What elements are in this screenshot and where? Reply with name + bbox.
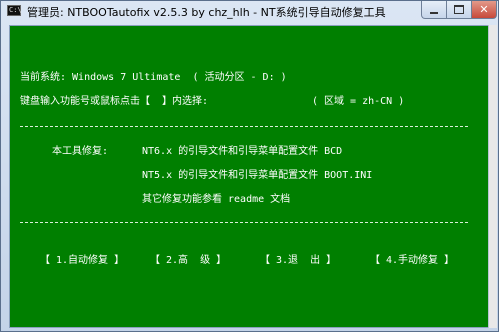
menu-exit[interactable]: 【 3.退 出 】 xyxy=(260,255,336,267)
minimize-button[interactable] xyxy=(421,1,447,19)
menu-advanced[interactable]: 【 2.高 级 】 xyxy=(150,255,226,267)
nt6-fix-line: NT6.x 的引导文件和引导菜单配置文件 BCD xyxy=(142,146,343,157)
vertical-scrollbar[interactable] xyxy=(488,25,497,328)
minimize-icon xyxy=(430,11,438,14)
nt5-fix-line: NT5.x 的引导文件和引导菜单配置文件 BOOT.INI xyxy=(142,170,373,181)
tool-fix-label: 本工具修复: xyxy=(52,146,109,157)
close-icon: ✕ xyxy=(479,3,489,16)
console-window: C:\ 管理员: NTBOOTautofix v2.5.3 by chz_hlh… xyxy=(0,0,499,332)
divider-bottom xyxy=(20,222,468,223)
console-area[interactable]: 当前系统: Windows 7 Ultimate ( 活动分区 - D: ) 键… xyxy=(9,25,489,328)
menu-manual-fix[interactable]: 【 4.手动修复 】 xyxy=(370,255,454,267)
prompt-line: 键盘输入功能号或鼠标点击【 】内选择: xyxy=(20,96,209,107)
menu-auto-fix[interactable]: 【 1.自动修复 】 xyxy=(40,255,124,267)
cmd-app-icon[interactable]: C:\ xyxy=(7,5,22,16)
region-line: ( 区域 = zh-CN ) xyxy=(312,96,405,107)
current-system-line: 当前系统: Windows 7 Ultimate ( 活动分区 - D: ) xyxy=(20,72,287,83)
maximize-button[interactable] xyxy=(446,1,472,19)
title-bar[interactable]: C:\ 管理员: NTBOOTautofix v2.5.3 by chz_hlh… xyxy=(1,1,498,21)
maximize-icon xyxy=(454,5,464,14)
other-fix-line: 其它修复功能参看 readme 文档 xyxy=(142,194,291,205)
window-title: 管理员: NTBOOTautofix v2.5.3 by chz_hlh - N… xyxy=(27,6,386,19)
close-button[interactable]: ✕ xyxy=(471,1,497,19)
divider-top xyxy=(20,126,468,127)
